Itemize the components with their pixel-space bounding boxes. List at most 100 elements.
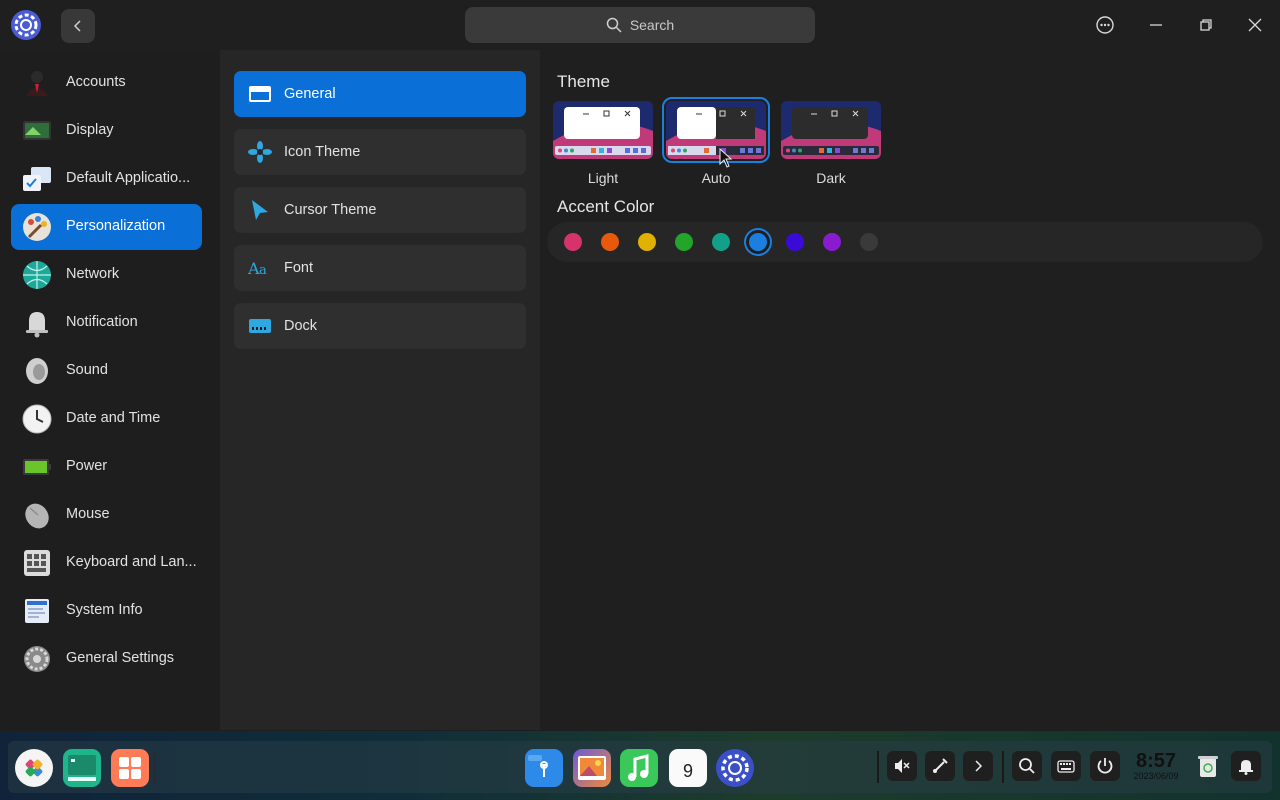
bell-icon: [26, 312, 48, 338]
tray-expand-button[interactable]: [963, 751, 993, 781]
sidebar-item-personalization[interactable]: Personalization: [11, 204, 202, 250]
submenu-item-font[interactable]: Aa Font: [234, 245, 526, 291]
volume-button[interactable]: [887, 751, 917, 781]
volume-muted-icon: [895, 759, 910, 773]
sidebar-item-power[interactable]: Power: [11, 444, 202, 490]
sidebar-item-label: Mouse: [66, 506, 110, 522]
accent-color-swatch[interactable]: [786, 233, 804, 251]
speaker-icon: [26, 358, 48, 384]
sidebar-item-general-settings[interactable]: General Settings: [11, 636, 202, 682]
grand-search-button[interactable]: [1012, 751, 1042, 781]
sidebar-item-display[interactable]: Display: [11, 108, 202, 154]
theme-option-auto[interactable]: [662, 97, 770, 163]
minimize-button[interactable]: [1141, 10, 1171, 40]
accent-color-swatch[interactable]: [564, 233, 582, 251]
accent-color-swatch[interactable]: [601, 233, 619, 251]
onscreen-keyboard-button[interactable]: [1051, 751, 1081, 781]
sidebar-item-label: Network: [66, 266, 120, 282]
theme-option-dark[interactable]: [781, 101, 881, 159]
sidebar-item-date-and-time[interactable]: Date and Time: [11, 396, 202, 442]
search-input[interactable]: Search: [465, 7, 815, 43]
trash-icon: [1198, 756, 1218, 777]
theme-label-light: Light: [587, 170, 619, 186]
trash-button[interactable]: [1193, 751, 1223, 781]
theme-heading: Theme: [557, 72, 610, 91]
network-icon: [23, 261, 51, 289]
mouse-icon: [25, 503, 49, 529]
screen-pen-button[interactable]: [925, 751, 955, 781]
dock-icon: [249, 319, 271, 333]
multitasking-view-button[interactable]: [63, 749, 101, 787]
sidebar-item-default-applications[interactable]: Default Applicatio...: [11, 156, 202, 202]
music-button[interactable]: [620, 749, 658, 787]
calendar-icon: 9: [672, 752, 704, 784]
dark-theme-preview: [781, 101, 881, 159]
sidebar-item-label: Sound: [66, 362, 108, 378]
sidebar-item-label: Default Applicatio...: [66, 170, 191, 186]
gear-icon: [24, 646, 50, 672]
submenu-item-label: Dock: [284, 318, 318, 334]
notification-center-button[interactable]: [1231, 751, 1261, 781]
clock-icon: [22, 404, 52, 434]
sidebar-item-mouse[interactable]: Mouse: [11, 492, 202, 538]
default-applications-icon: [23, 167, 51, 191]
sidebar-item-network[interactable]: Network: [11, 252, 202, 298]
chevron-right-icon: [975, 760, 983, 772]
workspace-icon: [119, 757, 141, 779]
image-viewer-button[interactable]: [573, 749, 611, 787]
accent-color-swatch[interactable]: [860, 233, 878, 251]
launcher-icon: [25, 759, 43, 777]
theme-label-auto: Auto: [701, 170, 731, 186]
accent-color-swatch[interactable]: [675, 233, 693, 251]
sidebar-item-system-info[interactable]: System Info: [11, 588, 202, 634]
sidebar-item-label: Date and Time: [66, 410, 161, 426]
dock-separator: [1002, 751, 1004, 783]
accent-color-swatch[interactable]: [823, 233, 841, 251]
sidebar-item-accounts[interactable]: Accounts: [11, 60, 202, 106]
accent-color-swatch[interactable]: [712, 233, 730, 251]
sidebar-item-sound[interactable]: Sound: [11, 348, 202, 394]
theme-option-light[interactable]: [553, 101, 653, 159]
submenu-item-label: Font: [284, 260, 314, 276]
clock[interactable]: 8:57 2023/06/09: [1128, 751, 1184, 781]
personalization-submenu: General Icon Theme Cursor Theme Aa Font …: [220, 50, 540, 730]
accent-color-swatch[interactable]: [749, 233, 767, 251]
sidebar: Accounts Display Default Applicatio... P…: [0, 50, 214, 730]
power-icon: [1097, 758, 1113, 774]
launcher-button[interactable]: [15, 749, 53, 787]
search-icon: [606, 17, 622, 33]
submenu-item-label: Icon Theme: [284, 144, 361, 160]
window-icon: [249, 86, 271, 102]
submenu-item-cursor-theme[interactable]: Cursor Theme: [234, 187, 526, 233]
display-icon: [23, 121, 51, 140]
submenu-item-general[interactable]: General: [234, 71, 526, 117]
folder-icon: [528, 755, 560, 783]
sidebar-item-notification[interactable]: Notification: [11, 300, 202, 346]
keyboard-icon: [24, 550, 50, 576]
keyboard-icon: [1057, 760, 1075, 773]
submenu-item-label: General: [284, 86, 336, 102]
accent-color-swatch[interactable]: [638, 233, 656, 251]
image-viewer-icon: [578, 756, 606, 780]
submenu-item-icon-theme[interactable]: Icon Theme: [234, 129, 526, 175]
light-theme-preview: [553, 101, 653, 159]
workspace-button[interactable]: [111, 749, 149, 787]
general-settings-panel: Theme Light Auto Dark Accent Color: [540, 50, 1280, 730]
theme-label-dark: Dark: [816, 170, 846, 186]
sidebar-item-label: Notification: [66, 314, 138, 330]
back-button[interactable]: [61, 9, 95, 43]
close-icon: [1248, 18, 1262, 32]
sidebar-item-keyboard-and-language[interactable]: Keyboard and Lan...: [11, 540, 202, 586]
accent-color-heading: Accent Color: [557, 197, 655, 216]
multitasking-icon: [68, 755, 96, 781]
submenu-item-dock[interactable]: Dock: [234, 303, 526, 349]
calendar-button[interactable]: 9: [669, 749, 707, 787]
personalization-icon: [23, 213, 51, 241]
power-button[interactable]: [1090, 751, 1120, 781]
maximize-button[interactable]: [1191, 10, 1221, 40]
close-button[interactable]: [1240, 10, 1270, 40]
control-center-button[interactable]: [716, 749, 754, 787]
file-manager-button[interactable]: [525, 749, 563, 787]
settings-gear-icon: [721, 754, 749, 782]
menu-button[interactable]: [1090, 10, 1120, 40]
